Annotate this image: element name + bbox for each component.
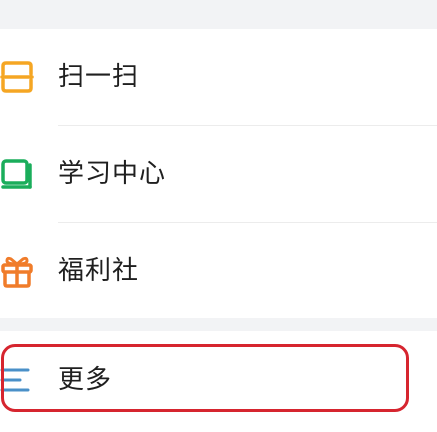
more-lines-icon xyxy=(0,363,34,397)
menu-group-more: 更多 xyxy=(0,331,437,432)
menu-item-label: 更多 xyxy=(58,364,113,395)
menu-item-label: 学习中心 xyxy=(58,159,167,189)
gift-icon xyxy=(0,254,34,288)
menu-item-more[interactable]: 更多 xyxy=(0,331,437,428)
menu-item-welfare[interactable]: 福利社 xyxy=(0,223,437,319)
book-icon xyxy=(0,157,34,191)
menu-group-main: 扫一扫 学习中心 福利社 xyxy=(0,29,437,318)
menu-item-learning-center[interactable]: 学习中心 xyxy=(0,126,437,222)
menu-item-scan[interactable]: 扫一扫 xyxy=(0,29,437,125)
scan-icon xyxy=(0,60,34,94)
menu-item-label: 扫一扫 xyxy=(58,62,140,92)
menu-item-label: 福利社 xyxy=(58,256,140,286)
top-spacer xyxy=(0,0,437,29)
